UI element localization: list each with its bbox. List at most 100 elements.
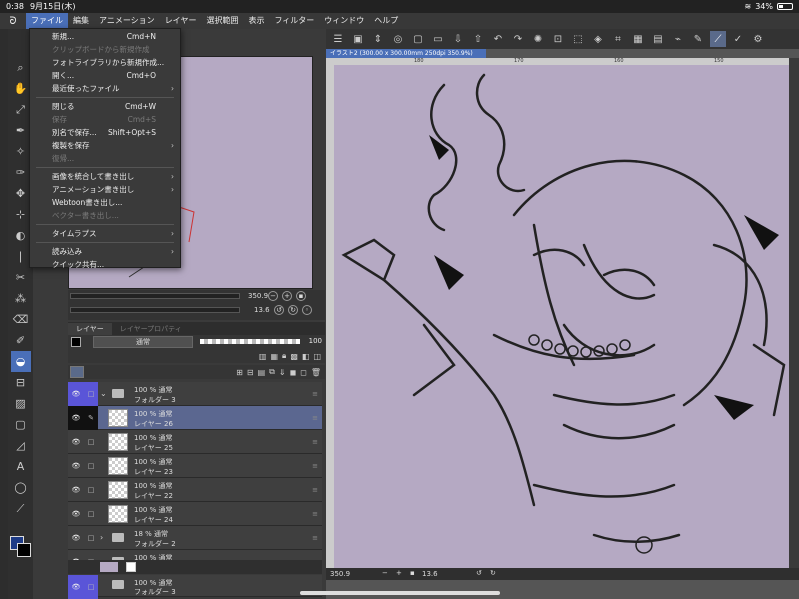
layers-icon[interactable]: ▣: [350, 31, 366, 47]
drag-handle-icon[interactable]: ≡: [312, 438, 318, 446]
footer-rotate-left-icon[interactable]: ↺: [476, 569, 482, 577]
file-menu-item[interactable]: 別名で保存... Shift+Opt+S: [30, 126, 180, 139]
file-menu-item[interactable]: 複製を保存 ›: [30, 139, 180, 152]
footer-zoom-in-icon[interactable]: +: [396, 569, 402, 577]
visibility-eye-icon[interactable]: 👁︎: [68, 478, 84, 502]
file-menu-item[interactable]: 閉じる Cmd+W: [30, 100, 180, 113]
drag-handle-icon[interactable]: ≡: [312, 414, 318, 422]
lock-toggle-icon[interactable]: □: [84, 478, 98, 502]
blend-tool-icon[interactable]: ◐: [11, 225, 31, 246]
file-menu-item[interactable]: 画像を統合して書き出し ›: [30, 170, 180, 183]
check-pen-icon[interactable]: ✓: [730, 31, 746, 47]
zoom-in-icon[interactable]: +: [282, 291, 292, 301]
folder-expand-icon[interactable]: ⌄: [100, 389, 107, 398]
zoom-tool-icon[interactable]: ⌕: [11, 57, 31, 78]
drag-handle-icon[interactable]: ≡: [312, 390, 318, 398]
magic-wand-tool-icon[interactable]: ✧: [11, 141, 31, 162]
menu-selection[interactable]: 選択範囲: [201, 13, 243, 29]
lock-toggle[interactable]: □: [84, 575, 98, 599]
apply-mask-icon[interactable]: ◻: [300, 368, 307, 377]
save-icon[interactable]: ▭: [430, 31, 446, 47]
menu-view[interactable]: 表示: [243, 13, 269, 29]
visibility-eye-icon[interactable]: 👁︎: [68, 406, 84, 430]
file-menu-item[interactable]: 最近使ったファイル ›: [30, 82, 180, 95]
palette-color-icon[interactable]: ◫: [313, 352, 321, 361]
folder-expand-icon[interactable]: ›: [100, 533, 103, 542]
layer-row[interactable]: 👁︎ □ 100 % 通常 レイヤー 25 ≡: [68, 430, 322, 454]
visibility-eye-icon[interactable]: 👁︎: [68, 430, 84, 454]
import-icon[interactable]: ⇩: [450, 31, 466, 47]
operation-tool-icon[interactable]: ⤢: [11, 99, 31, 120]
layer-row[interactable]: 👁︎ ✎ 100 % 通常 レイヤー 26 ≡: [68, 406, 322, 430]
footer-fit-icon[interactable]: ▪: [410, 569, 415, 577]
balloon-tool-icon[interactable]: ◯: [11, 477, 31, 498]
layer-row[interactable]: 👁︎ □ 100 % 通常 レイヤー 22 ≡: [68, 478, 322, 502]
stabilizer-icon[interactable]: ⟋: [710, 31, 726, 47]
tab-layer[interactable]: レイヤー: [68, 323, 112, 335]
lock-toggle-icon[interactable]: □: [84, 454, 98, 478]
mask-icon[interactable]: ◧: [302, 352, 310, 361]
menu-layer[interactable]: レイヤー: [160, 13, 202, 29]
app-logo-icon[interactable]: ᘐ: [0, 16, 26, 27]
layer-color-icon[interactable]: [71, 337, 81, 347]
lock-alpha-icon[interactable]: ▩: [290, 352, 298, 361]
settings-icon[interactable]: ⚙: [750, 31, 766, 47]
file-menu-item[interactable]: 新規... Cmd+N: [30, 30, 180, 43]
layer-row-bottom[interactable]: 👁︎ □ 100 % 通常 フォルダー 3: [68, 575, 322, 599]
rectangle-tool-icon[interactable]: ▢: [11, 414, 31, 435]
lock-layer-icon[interactable]: 🔒︎: [282, 351, 286, 361]
file-menu-item[interactable]: Webtoon書き出し...: [30, 196, 180, 209]
lock-toggle-icon[interactable]: □: [84, 382, 98, 406]
lock-toggle-icon[interactable]: □: [84, 430, 98, 454]
file-menu-item[interactable]: フォトライブラリから新規作成...: [30, 56, 180, 69]
vertical-scrollbar[interactable]: [789, 58, 799, 568]
new-raster-layer-icon[interactable]: ⊞: [236, 368, 243, 377]
spinner-icon[interactable]: ⇕: [370, 31, 386, 47]
delete-layer-icon[interactable]: 🗑︎: [311, 368, 321, 377]
eraser-tool-icon[interactable]: ⌫: [11, 309, 31, 330]
move-tool-icon[interactable]: ✥: [11, 183, 31, 204]
drag-handle-icon[interactable]: ≡: [312, 534, 318, 542]
spray-tool-icon[interactable]: ⁂: [11, 288, 31, 309]
layer-row[interactable]: 👁︎ □ 100 % 通常 レイヤー 24 ≡: [68, 502, 322, 526]
transform-icon[interactable]: ⊡: [550, 31, 566, 47]
rotate-left-icon[interactable]: ↺: [274, 305, 284, 315]
sub-color-swatch[interactable]: [17, 543, 31, 557]
file-menu-item[interactable]: 読み込み ›: [30, 245, 180, 258]
layer-row[interactable]: 👁︎ □ ⌄ 100 % 通常 フォルダー 3 ≡: [68, 382, 322, 406]
rotate-reset-icon[interactable]: ◦: [302, 305, 312, 315]
mask-layer-icon[interactable]: ◼: [290, 368, 297, 377]
tab-layer-property[interactable]: レイヤープロパティ: [111, 323, 190, 335]
drag-handle-icon[interactable]: ≡: [312, 486, 318, 494]
visibility-eye-icon[interactable]: 👁︎: [68, 382, 84, 406]
edit-pen-icon[interactable]: ✎: [84, 406, 98, 430]
hamburger-menu-icon[interactable]: ☰: [330, 31, 346, 47]
menu-window[interactable]: ウィンドウ: [319, 13, 369, 29]
visibility-eye-icon[interactable]: 👁︎: [68, 454, 84, 478]
layer-view-icon[interactable]: [70, 366, 84, 378]
document-tab[interactable]: イラスト2 (300.00 x 300.00mm 250dpi 350.9%): [326, 49, 486, 58]
correction-tool-icon[interactable]: ⟋: [11, 498, 31, 519]
ref-layer-icon[interactable]: ▦: [270, 352, 278, 361]
menu-filter[interactable]: フィルター: [269, 13, 319, 29]
drag-handle-icon[interactable]: ≡: [312, 510, 318, 518]
menu-file[interactable]: ファイル: [26, 13, 68, 29]
pen-icon[interactable]: ✎: [690, 31, 706, 47]
gradient-tool-icon[interactable]: ▨: [11, 393, 31, 414]
frame-tool-icon[interactable]: ⊟: [11, 372, 31, 393]
eyedropper-tool-icon[interactable]: ✒: [11, 120, 31, 141]
zoom-slider[interactable]: [70, 293, 240, 299]
file-menu-item[interactable]: クイック共有...: [30, 258, 180, 271]
opacity-slider[interactable]: [200, 339, 300, 344]
ruler-tool-icon[interactable]: ◿: [11, 435, 31, 456]
visibility-eye-icon[interactable]: 👁︎: [68, 526, 84, 550]
footer-rotate-right-icon[interactable]: ↻: [490, 569, 496, 577]
visibility-eye-icon[interactable]: 👁︎: [68, 502, 84, 526]
new-icon[interactable]: ▢: [410, 31, 426, 47]
rotate-right-icon[interactable]: ↻: [288, 305, 298, 315]
ruler-icon[interactable]: ▤: [650, 31, 666, 47]
new-folder-icon[interactable]: ▤: [258, 368, 266, 377]
footer-zoom-out-icon[interactable]: −: [382, 569, 388, 577]
pen-tool-icon[interactable]: ✑: [11, 162, 31, 183]
merge-down-icon[interactable]: ⇓: [279, 368, 286, 377]
